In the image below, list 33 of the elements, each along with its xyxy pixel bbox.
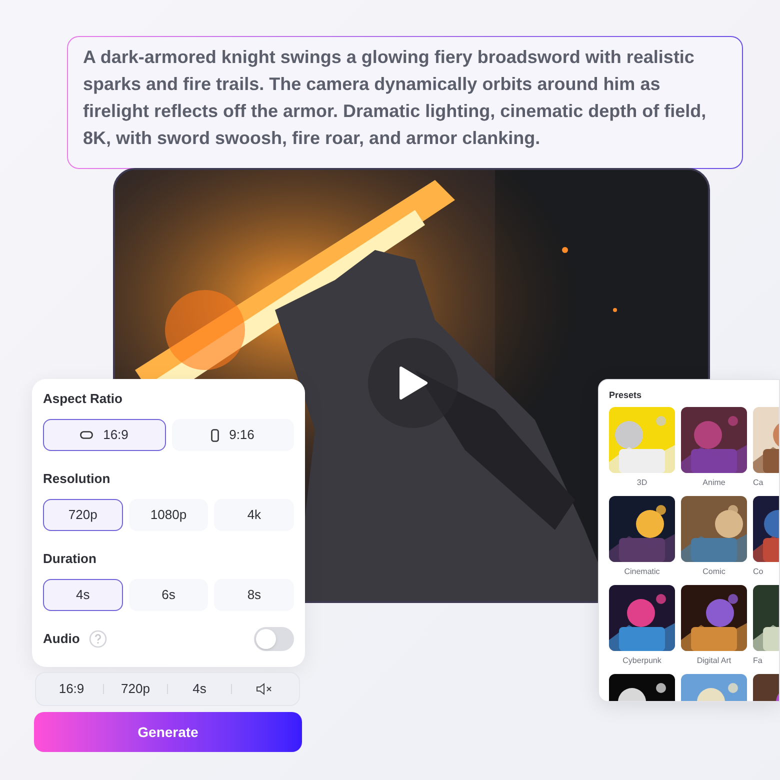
option-button[interactable]: 8s [214, 579, 294, 611]
preset-label: Cyberpunk [622, 655, 662, 667]
preset-label: Fa [753, 655, 762, 667]
preset-label: Co [753, 566, 764, 578]
section-label: Resolution [43, 471, 112, 487]
section-label: Audio [43, 630, 80, 648]
option-button[interactable]: 1080p [128, 499, 208, 531]
preset-label: 3D [636, 477, 648, 489]
summary-value: 16:9 [58, 680, 84, 698]
option-button[interactable]: 6s [128, 579, 208, 611]
portrait-icon [211, 428, 220, 442]
option-button[interactable]: 16:9 [43, 419, 166, 451]
landscape-icon [80, 431, 94, 439]
preset-label: Ca [753, 477, 764, 489]
mute-icon[interactable] [256, 683, 272, 695]
presets-title: Presets [609, 389, 643, 401]
option-button[interactable]: 4k [214, 499, 294, 531]
preset-label: Digital Art [696, 655, 732, 667]
summary-value: 4s [192, 680, 206, 698]
section-label: Aspect Ratio [43, 391, 124, 407]
audio-toggle[interactable] [254, 627, 294, 651]
preset-label: Cinematic [624, 566, 660, 578]
prompt-text: A dark-armored knight swings a glowing fiery broadsword with realistic sparks and fire trails. The camera dynamically orbits around him as firelight reflects off the armor. Dramatic lighting, cinematic depth of field, 8K, with sword swoosh, fire roar, and armor clanking. [83, 46, 708, 150]
option-button[interactable]: 720p [43, 499, 123, 531]
section-label: Duration [43, 551, 98, 567]
play-icon [398, 366, 428, 400]
prompt-box[interactable] [67, 36, 743, 169]
option-button[interactable]: 4s [43, 579, 123, 611]
generate-button[interactable]: Generate [34, 712, 302, 752]
preset-label: Anime [702, 477, 726, 489]
summary-value: 720p [121, 680, 150, 698]
option-button[interactable]: 9:16 [172, 419, 294, 451]
preset-label: Comic [702, 566, 726, 578]
